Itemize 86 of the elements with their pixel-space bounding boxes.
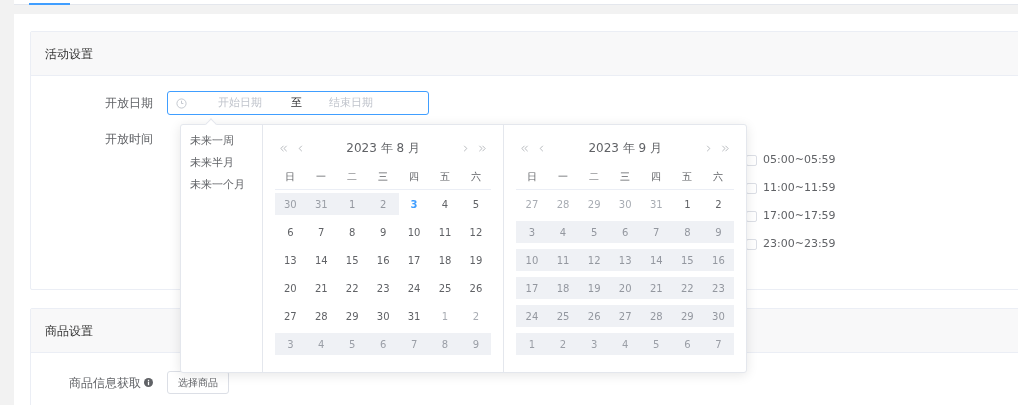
chevron-right-icon[interactable] bbox=[461, 143, 471, 153]
clock-icon bbox=[176, 97, 187, 109]
calendar-day: 1 bbox=[516, 333, 548, 355]
section-title: 活动设置 bbox=[45, 45, 93, 63]
calendar-day: 5 bbox=[336, 333, 368, 355]
time-slot-label: 11:00~11:59 bbox=[763, 179, 836, 196]
calendar-day: 13 bbox=[609, 249, 641, 271]
calendar-day: 3 bbox=[274, 333, 306, 355]
calendar-day: 9 bbox=[460, 333, 492, 355]
calendar-day: 5 bbox=[578, 221, 610, 243]
calendar-day: 3 bbox=[578, 333, 610, 355]
calendar-day: 14 bbox=[640, 249, 672, 271]
info-icon bbox=[144, 378, 153, 387]
calendar-day: 3 bbox=[516, 221, 548, 243]
double-chevron-left-icon[interactable] bbox=[520, 143, 530, 153]
double-chevron-left-icon[interactable] bbox=[278, 143, 288, 153]
calendar-month-title: 2023 年 9 月 bbox=[587, 140, 664, 157]
field-label: 商品信息获取 bbox=[69, 374, 141, 392]
calendar-day: 22 bbox=[671, 277, 703, 299]
calendar-day: 29 bbox=[671, 305, 703, 327]
calendar-day: 8 bbox=[429, 333, 461, 355]
weekday-label: 四 bbox=[408, 169, 421, 184]
calendar-day: 27 bbox=[609, 305, 641, 327]
calendar-day: 31 bbox=[305, 193, 337, 215]
range-separator: 至 bbox=[291, 94, 302, 111]
weekday-label: 二 bbox=[588, 169, 601, 184]
shortcut-option[interactable]: 未来一周 bbox=[190, 132, 262, 151]
calendar-day: 18 bbox=[547, 277, 579, 299]
chevron-left-icon[interactable] bbox=[295, 143, 305, 153]
calendar-day: 4 bbox=[547, 221, 579, 243]
calendar-day: 1 bbox=[336, 193, 368, 215]
end-date-placeholder: 结束日期 bbox=[329, 94, 373, 111]
calendar-day: 23 bbox=[702, 277, 734, 299]
weekday-label: 一 bbox=[557, 169, 570, 184]
calendar-day: 9 bbox=[702, 221, 734, 243]
time-slot-label: 05:00~05:59 bbox=[763, 151, 836, 168]
chevron-right-icon[interactable] bbox=[704, 143, 713, 153]
calendar-day: 12 bbox=[578, 249, 610, 271]
calendar-day: 15 bbox=[671, 249, 703, 271]
double-chevron-right-icon[interactable] bbox=[721, 143, 730, 153]
weekday-label: 五 bbox=[439, 169, 451, 184]
calendar-day: 25 bbox=[547, 305, 579, 327]
calendar-day: 6 bbox=[671, 333, 703, 355]
calendar-day: 30 bbox=[274, 193, 306, 215]
calendar-month-title: 2023 年 8 月 bbox=[345, 140, 421, 157]
time-slot-label: 17:00~17:59 bbox=[763, 207, 836, 224]
calendar-day: 8 bbox=[671, 221, 703, 243]
calendar-day: 7 bbox=[640, 221, 672, 243]
calendar-day: 19 bbox=[578, 277, 610, 299]
calendar-day: 2 bbox=[547, 333, 579, 355]
field-label: 开放时间 bbox=[104, 131, 154, 148]
calendar-day: 7 bbox=[702, 333, 734, 355]
calendar-day: 24 bbox=[516, 305, 548, 327]
weekday-label: 一 bbox=[315, 169, 328, 184]
calendar-day: 16 bbox=[702, 249, 734, 271]
weekday-label: 六 bbox=[469, 169, 482, 184]
calendar-day: 20 bbox=[609, 277, 641, 299]
calendar-day: 4 bbox=[305, 333, 337, 355]
calendar-day: 5 bbox=[640, 333, 672, 355]
calendar-day: 6 bbox=[609, 221, 641, 243]
weekday-label: 日 bbox=[284, 169, 297, 184]
double-chevron-right-icon[interactable] bbox=[478, 143, 488, 153]
weekday-label: 三 bbox=[619, 169, 632, 184]
calendar-day: 4 bbox=[609, 333, 641, 355]
calendar-day: 10 bbox=[516, 249, 548, 271]
calendar-day: 6 bbox=[367, 333, 399, 355]
shortcut-option[interactable]: 未来半月 bbox=[190, 154, 262, 173]
calendar-day: 17 bbox=[516, 277, 548, 299]
shortcut-option[interactable]: 未来一个月 bbox=[190, 176, 262, 195]
calendar-day: 21 bbox=[640, 277, 672, 299]
calendar-day: 11 bbox=[547, 249, 579, 271]
weekday-label: 四 bbox=[650, 169, 663, 184]
field-label: 开放日期 bbox=[104, 95, 154, 112]
calendar-day: 28 bbox=[640, 305, 672, 327]
calendar-day: 30 bbox=[702, 305, 734, 327]
section-title: 商品设置 bbox=[45, 322, 93, 340]
select-product-button[interactable]: 选择商品 bbox=[167, 371, 229, 394]
weekday-label: 日 bbox=[525, 169, 538, 184]
time-slot-label: 23:00~23:59 bbox=[763, 235, 836, 252]
calendar-day: 7 bbox=[398, 333, 430, 355]
weekday-label: 二 bbox=[346, 169, 359, 184]
weekday-label: 六 bbox=[712, 169, 725, 184]
calendar-day: 2 bbox=[367, 193, 399, 215]
weekday-label: 三 bbox=[377, 169, 390, 184]
calendar-day: 26 bbox=[578, 305, 610, 327]
weekday-label: 五 bbox=[681, 169, 694, 184]
